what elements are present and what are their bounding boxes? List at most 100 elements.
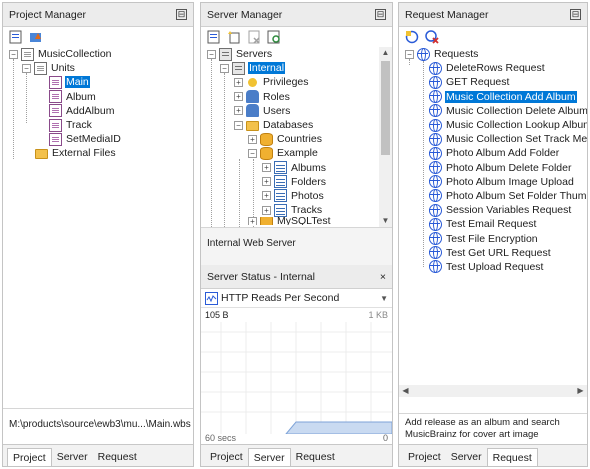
request-item[interactable]: GET Request — [399, 75, 587, 89]
tree-node-users[interactable]: + Users — [201, 104, 392, 118]
close-icon[interactable]: × — [380, 271, 386, 283]
tree-node-units[interactable]: − Units — [3, 61, 193, 75]
tree-node-next-db[interactable]: + MySQLTest — [201, 217, 392, 226]
request-item[interactable]: Photo Album Delete Folder — [399, 161, 587, 175]
tree-node-privileges[interactable]: + Privileges — [201, 75, 392, 89]
open-project-icon[interactable] — [29, 30, 43, 44]
tree-node-countries[interactable]: + Countries — [201, 132, 392, 146]
table-icon — [274, 203, 287, 217]
tree-node-table[interactable]: + Tracks — [201, 203, 392, 217]
collapse-icon[interactable]: − — [9, 49, 18, 59]
request-item[interactable]: Test File Encryption — [399, 231, 587, 246]
tree-node-external[interactable]: External Files — [3, 146, 193, 160]
tab-request[interactable]: Request — [93, 448, 142, 466]
request-item[interactable]: Test Get URL Request — [399, 246, 587, 260]
root-label: MusicCollection — [38, 48, 112, 61]
internal-label-selected: Internal — [248, 62, 286, 75]
unit-icon — [49, 132, 62, 146]
add-request-icon[interactable] — [405, 30, 419, 44]
new-project-icon[interactable] — [9, 30, 23, 44]
request-item[interactable]: Photo Album Image Upload — [399, 175, 587, 189]
request-description: Add release as an album and search Music… — [405, 417, 560, 440]
tab-project[interactable]: Project — [403, 448, 446, 466]
tree-node-unit[interactable]: Main — [3, 75, 193, 89]
project-manager-title: Project Manager — [9, 8, 87, 21]
tab-request[interactable]: Request — [486, 448, 538, 466]
pin-icon[interactable]: ⊟ — [375, 9, 386, 20]
request-item[interactable]: Test Email Request — [399, 217, 587, 231]
horizontal-scrollbar[interactable]: ◀ ▶ — [399, 385, 587, 397]
expand-icon[interactable]: + — [262, 163, 271, 173]
bottom-tabs: Project Server Request — [201, 444, 392, 466]
chart-icon — [205, 291, 218, 305]
tree-node-unit[interactable]: AddAlbum — [3, 104, 193, 118]
tab-server[interactable]: Server — [247, 448, 291, 466]
request-item[interactable]: Photo Album Set Folder Thumbna — [399, 189, 587, 203]
pin-icon[interactable]: ⊟ — [176, 9, 187, 20]
expand-icon[interactable]: + — [262, 191, 271, 201]
request-item-label: Music Collection Set Track Media — [446, 133, 587, 146]
scroll-left-icon[interactable]: ◀ — [399, 385, 412, 397]
chevron-down-icon[interactable]: ▼ — [380, 294, 388, 303]
servers-icon — [219, 47, 232, 61]
users-icon — [246, 104, 259, 118]
scroll-up-icon[interactable]: ▲ — [379, 47, 392, 59]
metric-select[interactable]: HTTP Reads Per Second ▼ — [205, 290, 388, 306]
pin-icon[interactable]: ⊟ — [570, 9, 581, 20]
roles-icon — [246, 90, 259, 104]
request-item[interactable]: Test Upload Request — [399, 260, 587, 274]
countries-label: Countries — [277, 133, 322, 146]
tree-node-databases[interactable]: − Databases — [201, 118, 392, 132]
request-item[interactable]: Music Collection Delete Album — [399, 104, 587, 118]
scroll-down-icon[interactable]: ▼ — [379, 215, 392, 227]
collapse-icon[interactable]: − — [248, 148, 257, 158]
expand-icon[interactable]: + — [234, 92, 243, 102]
tab-server[interactable]: Server — [446, 448, 487, 466]
collapse-icon[interactable]: − — [234, 120, 243, 130]
request-item[interactable]: Session Variables Request — [399, 203, 587, 217]
new-item-icon[interactable] — [227, 30, 241, 44]
tree-node-table[interactable]: + Albums — [201, 161, 392, 175]
tree-node-root[interactable]: − MusicCollection — [3, 47, 193, 61]
request-item[interactable]: Music Collection Add Album — [399, 90, 587, 104]
collapse-icon[interactable]: − — [405, 49, 414, 59]
tree-node-unit[interactable]: Track — [3, 118, 193, 132]
delete-request-icon[interactable] — [425, 30, 439, 44]
globe-icon — [429, 118, 442, 132]
expand-icon[interactable]: + — [262, 205, 271, 215]
request-item[interactable]: Music Collection Lookup Albums — [399, 118, 587, 132]
request-item-label: Test Email Request — [446, 218, 537, 231]
tree-node-example[interactable]: − Example — [201, 146, 392, 160]
tree-node-table[interactable]: + Folders — [201, 175, 392, 189]
request-description-bar: Add release as an album and search Music… — [399, 413, 587, 445]
collapse-icon[interactable]: − — [207, 49, 216, 59]
tab-request[interactable]: Request — [291, 448, 340, 466]
request-item[interactable]: DeleteRows Request — [399, 61, 587, 75]
tree-node-requests[interactable]: − Requests — [399, 47, 587, 61]
request-item[interactable]: Music Collection Set Track Media — [399, 132, 587, 146]
delete-item-icon[interactable] — [247, 30, 261, 44]
expand-icon[interactable]: + — [234, 77, 243, 87]
collapse-icon[interactable]: − — [220, 63, 229, 73]
refresh-icon[interactable] — [267, 30, 281, 44]
request-item[interactable]: Photo Album Add Folder — [399, 146, 587, 160]
tree-node-unit[interactable]: SetMediaID — [3, 132, 193, 146]
tree-node-roles[interactable]: + Roles — [201, 90, 392, 104]
scroll-thumb[interactable] — [381, 61, 390, 155]
expand-icon[interactable]: + — [262, 177, 271, 187]
tab-server[interactable]: Server — [52, 448, 93, 466]
tab-project[interactable]: Project — [7, 448, 52, 466]
tree-node-internal[interactable]: − Internal — [201, 61, 392, 75]
tree-node-unit[interactable]: Album — [3, 90, 193, 104]
request-manager-header: Request Manager ⊟ — [399, 3, 587, 27]
tree-node-table[interactable]: + Photos — [201, 189, 392, 203]
expand-icon[interactable]: + — [248, 217, 257, 226]
scroll-right-icon[interactable]: ▶ — [574, 385, 587, 397]
expand-icon[interactable]: + — [234, 106, 243, 116]
collapse-icon[interactable]: − — [22, 63, 31, 73]
tree-scrollbar[interactable]: ▲ ▼ — [379, 47, 392, 227]
tree-node-servers[interactable]: − Servers — [201, 47, 392, 61]
server-properties-icon[interactable] — [207, 30, 221, 44]
expand-icon[interactable]: + — [248, 134, 257, 144]
tab-project[interactable]: Project — [205, 448, 248, 466]
